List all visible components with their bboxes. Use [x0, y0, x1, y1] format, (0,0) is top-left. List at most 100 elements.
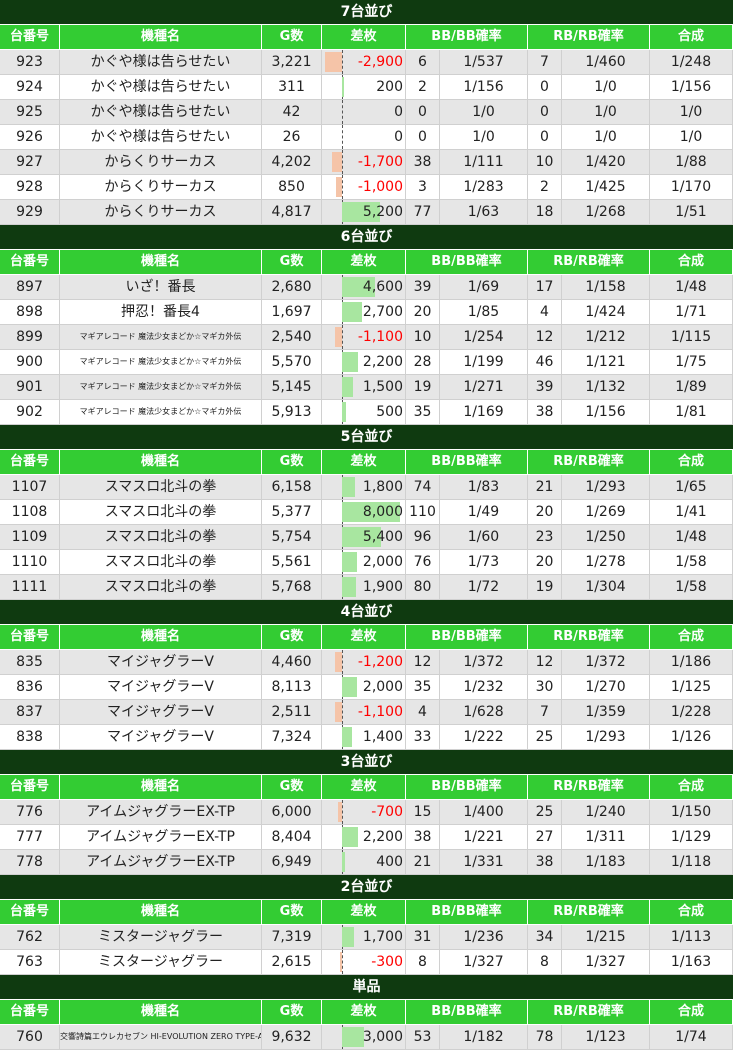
machine-name-cell: からくりサーカス: [60, 150, 262, 175]
machine-number-cell: 838: [0, 725, 60, 750]
machine-number-cell: 901: [0, 375, 60, 400]
medal-diff-cell: 2,000: [322, 675, 406, 700]
header-bb-rate: BB/BB確率: [406, 900, 528, 925]
game-count-cell: 850: [262, 175, 322, 200]
section-block: 6台並び 台番号 機種名 G数 差枚 BB/BB確率 RB/RB確率 合成 897 いざ！番長 2,…: [0, 225, 733, 425]
rb-count-cell: 38: [528, 400, 562, 425]
rb-rate-cell: 1/0: [562, 75, 650, 100]
zero-axis-line: [342, 50, 343, 74]
medal-diff-cell: 1,400: [322, 725, 406, 750]
rb-rate-cell: 1/293: [562, 475, 650, 500]
table-header: 台番号 機種名 G数 差枚 BB/BB確率 RB/RB確率 合成: [0, 625, 733, 650]
bb-count-cell: 110: [406, 500, 440, 525]
rb-count-cell: 18: [528, 200, 562, 225]
bb-count-cell: 12: [406, 650, 440, 675]
header-medal-diff: 差枚: [322, 625, 406, 650]
rb-count-cell: 17: [528, 275, 562, 300]
table-row: 902 マギアレコード 魔法少女まどか☆マギカ外伝 5,913 500 35 1/169 3…: [0, 400, 733, 425]
header-combined-rate: 合成: [650, 450, 733, 475]
table-row: 925 かぐや様は告らせたい 42 0 0 1/0 0 1/0 1/0: [0, 100, 733, 125]
medal-diff-value: 5,200: [362, 204, 403, 220]
medal-diff-value: 0: [394, 104, 403, 120]
bb-rate-cell: 1/232: [440, 675, 528, 700]
rb-count-cell: 23: [528, 525, 562, 550]
section-title: 7台並び: [0, 0, 733, 25]
bb-count-cell: 35: [406, 675, 440, 700]
machine-number-cell: 928: [0, 175, 60, 200]
bb-count-cell: 53: [406, 1025, 440, 1050]
medal-diff-cell: 400: [322, 850, 406, 875]
medal-diff-cell: 2,200: [322, 350, 406, 375]
combined-rate-cell: 1/58: [650, 575, 733, 600]
header-bb-rate: BB/BB確率: [406, 1000, 528, 1025]
header-rb-rate: RB/RB確率: [528, 250, 650, 275]
header-machine-name: 機種名: [60, 450, 262, 475]
table-header: 台番号 機種名 G数 差枚 BB/BB確率 RB/RB確率 合成: [0, 775, 733, 800]
machine-name-cell: かぐや様は告らせたい: [60, 100, 262, 125]
game-count-cell: 6,000: [262, 800, 322, 825]
medal-diff-value: 1,500: [362, 379, 403, 395]
bb-rate-cell: 1/331: [440, 850, 528, 875]
header-combined-rate: 合成: [650, 775, 733, 800]
medal-diff-bar: [340, 952, 342, 972]
medal-diff-cell: 500: [322, 400, 406, 425]
combined-rate-cell: 1/81: [650, 400, 733, 425]
machine-number-cell: 929: [0, 200, 60, 225]
medal-diff-value: -2,900: [357, 54, 403, 70]
medal-diff-cell: 0: [322, 125, 406, 150]
header-rb-rate: RB/RB確率: [528, 900, 650, 925]
table-row: 924 かぐや様は告らせたい 311 200 2 1/156 0 1/0 1/156: [0, 75, 733, 100]
section-title: 6台並び: [0, 225, 733, 250]
rb-rate-cell: 1/183: [562, 850, 650, 875]
rb-count-cell: 30: [528, 675, 562, 700]
medal-diff-value: -1,000: [357, 179, 403, 195]
rb-rate-cell: 1/158: [562, 275, 650, 300]
medal-diff-cell: 1,800: [322, 475, 406, 500]
combined-rate-cell: 1/75: [650, 350, 733, 375]
rb-rate-cell: 1/132: [562, 375, 650, 400]
medal-diff-value: 1,800: [362, 479, 403, 495]
machine-name-cell: マギアレコード 魔法少女まどか☆マギカ外伝: [60, 400, 262, 425]
bb-rate-cell: 1/400: [440, 800, 528, 825]
medal-diff-cell: -300: [322, 950, 406, 975]
game-count-cell: 4,817: [262, 200, 322, 225]
zero-axis-line: [342, 700, 343, 724]
machine-number-cell: 924: [0, 75, 60, 100]
machine-name-cell: アイムジャグラーEX-TP: [60, 850, 262, 875]
game-count-cell: 311: [262, 75, 322, 100]
bb-rate-cell: 1/628: [440, 700, 528, 725]
machine-number-cell: 1107: [0, 475, 60, 500]
header-medal-diff: 差枚: [322, 775, 406, 800]
rb-rate-cell: 1/311: [562, 825, 650, 850]
table-row: 1110 スマスロ北斗の拳 5,561 2,000 76 1/73 20 1/278 1/58: [0, 550, 733, 575]
medal-diff-cell: -1,000: [322, 175, 406, 200]
section-block: 3台並び 台番号 機種名 G数 差枚 BB/BB確率 RB/RB確率 合成 776 アイムジャグラ…: [0, 750, 733, 875]
combined-rate-cell: 1/71: [650, 300, 733, 325]
header-medal-diff: 差枚: [322, 25, 406, 50]
table-row: 928 からくりサーカス 850 -1,000 3 1/283 2 1/425 1/170: [0, 175, 733, 200]
bb-rate-cell: 1/222: [440, 725, 528, 750]
game-count-cell: 4,202: [262, 150, 322, 175]
rb-count-cell: 0: [528, 125, 562, 150]
machine-number-cell: 923: [0, 50, 60, 75]
rb-count-cell: 34: [528, 925, 562, 950]
game-count-cell: 6,158: [262, 475, 322, 500]
medal-diff-value: -1,100: [357, 329, 403, 345]
table-row: 1109 スマスロ北斗の拳 5,754 5,400 96 1/60 23 1/250 1/48: [0, 525, 733, 550]
bb-rate-cell: 1/111: [440, 150, 528, 175]
rb-rate-cell: 1/123: [562, 1025, 650, 1050]
table-row: 762 ミスタージャグラー 7,319 1,700 31 1/236 34 1/215 1/11…: [0, 925, 733, 950]
machine-number-cell: 899: [0, 325, 60, 350]
combined-rate-cell: 1/48: [650, 275, 733, 300]
machine-number-cell: 1108: [0, 500, 60, 525]
machine-name-cell: アイムジャグラーEX-TP: [60, 825, 262, 850]
bb-rate-cell: 1/83: [440, 475, 528, 500]
medal-diff-cell: 1,900: [322, 575, 406, 600]
medal-diff-bar: [342, 477, 356, 497]
rb-count-cell: 20: [528, 500, 562, 525]
bb-rate-cell: 1/537: [440, 50, 528, 75]
table-row: 836 マイジャグラーV 8,113 2,000 35 1/232 30 1/270 1/125: [0, 675, 733, 700]
combined-rate-cell: 1/115: [650, 325, 733, 350]
bb-rate-cell: 1/372: [440, 650, 528, 675]
header-machine-number: 台番号: [0, 25, 60, 50]
